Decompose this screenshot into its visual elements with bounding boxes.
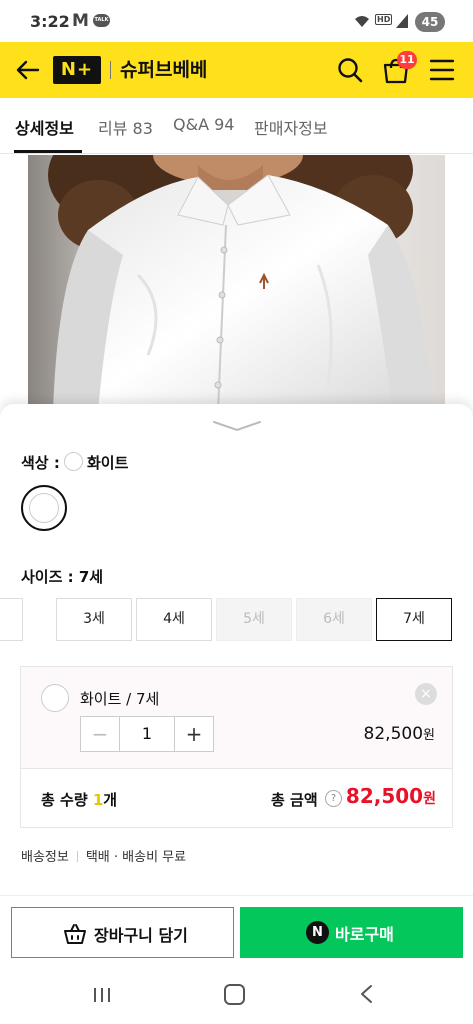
total-quantity: 총 수량 1개 bbox=[41, 789, 117, 810]
total-amount-value: 82,500 bbox=[345, 784, 424, 808]
total-amount-label: 총 금액 bbox=[271, 791, 318, 809]
shipping-divider bbox=[76, 851, 78, 862]
tab-seller-info[interactable]: 판매자정보 bbox=[254, 115, 328, 139]
system-nav-bar bbox=[0, 964, 473, 1024]
selected-option-box: 화이트 / 7세 × − 1 + 82,500원 총 수량 1개 총 금액 ? … bbox=[20, 666, 453, 828]
status-time: 3:22 bbox=[30, 12, 70, 31]
detail-tabs: 상세정보 리뷰 83 Q&A 94 판매자정보 bbox=[0, 98, 473, 154]
selected-option-name: 화이트 / 7세 bbox=[80, 690, 160, 708]
option-sheet: 색상 : 화이트 사이즈 : 7세 3세 4세 5세 6세 7세 화이트 / 7… bbox=[0, 404, 473, 964]
help-icon[interactable]: ? bbox=[325, 790, 342, 807]
header-divider bbox=[110, 61, 111, 79]
shipping-label: 배송정보 bbox=[21, 850, 69, 865]
cart-count-badge: 11 bbox=[397, 51, 417, 69]
total-quantity-unit: 개 bbox=[103, 791, 118, 809]
decrease-quantity-button[interactable]: − bbox=[81, 717, 120, 751]
size-option-6-soldout: 6세 bbox=[296, 598, 372, 641]
menu-icon[interactable] bbox=[428, 57, 456, 83]
product-photo-illustration bbox=[28, 155, 445, 411]
add-to-cart-button[interactable]: 장바구니 담기 bbox=[11, 907, 234, 958]
gmail-icon: M bbox=[72, 11, 89, 31]
wifi-icon bbox=[355, 16, 369, 27]
talk-icon: TALK bbox=[93, 14, 110, 27]
tab-qna[interactable]: Q&A 94 bbox=[173, 115, 234, 134]
total-amount-currency: 원 bbox=[423, 791, 436, 807]
tab-reviews[interactable]: 리뷰 83 bbox=[98, 115, 153, 139]
total-quantity-value: 1 bbox=[92, 791, 104, 809]
remove-option-button[interactable]: × bbox=[415, 683, 437, 705]
back-arrow-icon[interactable] bbox=[14, 56, 42, 84]
size-options: 3세 4세 5세 6세 7세 bbox=[0, 598, 473, 642]
tab-details[interactable]: 상세정보 bbox=[15, 115, 74, 139]
product-image bbox=[28, 155, 445, 411]
active-tab-indicator bbox=[14, 150, 82, 153]
hd-icon: HD bbox=[375, 14, 393, 25]
naver-pay-icon: N bbox=[306, 921, 329, 944]
color-preview-dot bbox=[64, 452, 83, 471]
size-option-7-selected[interactable]: 7세 bbox=[376, 598, 452, 641]
size-option-5-soldout: 5세 bbox=[216, 598, 292, 641]
option-price: 82,500원 bbox=[364, 724, 435, 744]
status-bar: 3:22 M TALK HD 45 bbox=[0, 0, 473, 42]
size-option-3[interactable]: 3세 bbox=[56, 598, 132, 641]
naver-plus-logo[interactable]: N+ bbox=[53, 56, 101, 84]
home-icon[interactable] bbox=[224, 984, 245, 1005]
search-icon[interactable] bbox=[336, 56, 364, 84]
recent-apps-icon[interactable] bbox=[92, 986, 112, 1004]
option-price-value: 82,500 bbox=[363, 724, 424, 744]
color-label: 색상 : bbox=[21, 454, 60, 472]
shopping-basket-icon bbox=[64, 924, 86, 944]
totals-row: 총 수량 1개 총 금액 ? 82,500원 bbox=[21, 768, 452, 827]
total-amount: 82,500원 bbox=[346, 784, 436, 808]
signal-icon bbox=[396, 14, 408, 28]
app-header: N+ 슈퍼브베베 bbox=[0, 42, 473, 98]
color-swatch-white[interactable] bbox=[21, 485, 67, 531]
option-price-currency: 원 bbox=[423, 728, 435, 743]
quantity-value[interactable]: 1 bbox=[120, 717, 174, 751]
size-option[interactable] bbox=[0, 598, 23, 641]
buy-now-label: 바로구매 bbox=[335, 925, 394, 944]
color-swatch-fill bbox=[29, 493, 59, 523]
size-option-4[interactable]: 4세 bbox=[136, 598, 212, 641]
shipping-info: 배송정보 택배 · 배송비 무료 bbox=[21, 846, 186, 865]
total-quantity-label: 총 수량 bbox=[41, 791, 88, 809]
nav-back-icon[interactable] bbox=[358, 984, 374, 1004]
collapse-chevron-icon[interactable] bbox=[212, 418, 262, 434]
shipping-value: 택배 · 배송비 무료 bbox=[85, 850, 187, 865]
increase-quantity-button[interactable]: + bbox=[174, 717, 213, 751]
color-value: 화이트 bbox=[87, 454, 129, 472]
buy-now-button[interactable]: N 바로구매 bbox=[240, 907, 463, 958]
size-label: 사이즈 : 7세 bbox=[21, 568, 104, 586]
selected-color-dot bbox=[41, 684, 69, 712]
store-name[interactable]: 슈퍼브베베 bbox=[120, 56, 207, 84]
add-to-cart-label: 장바구니 담기 bbox=[94, 926, 188, 945]
selected-option-item: 화이트 / 7세 × − 1 + 82,500원 bbox=[21, 667, 452, 768]
quantity-stepper: − 1 + bbox=[80, 716, 214, 752]
battery-icon: 45 bbox=[415, 12, 445, 32]
action-divider bbox=[0, 895, 473, 896]
